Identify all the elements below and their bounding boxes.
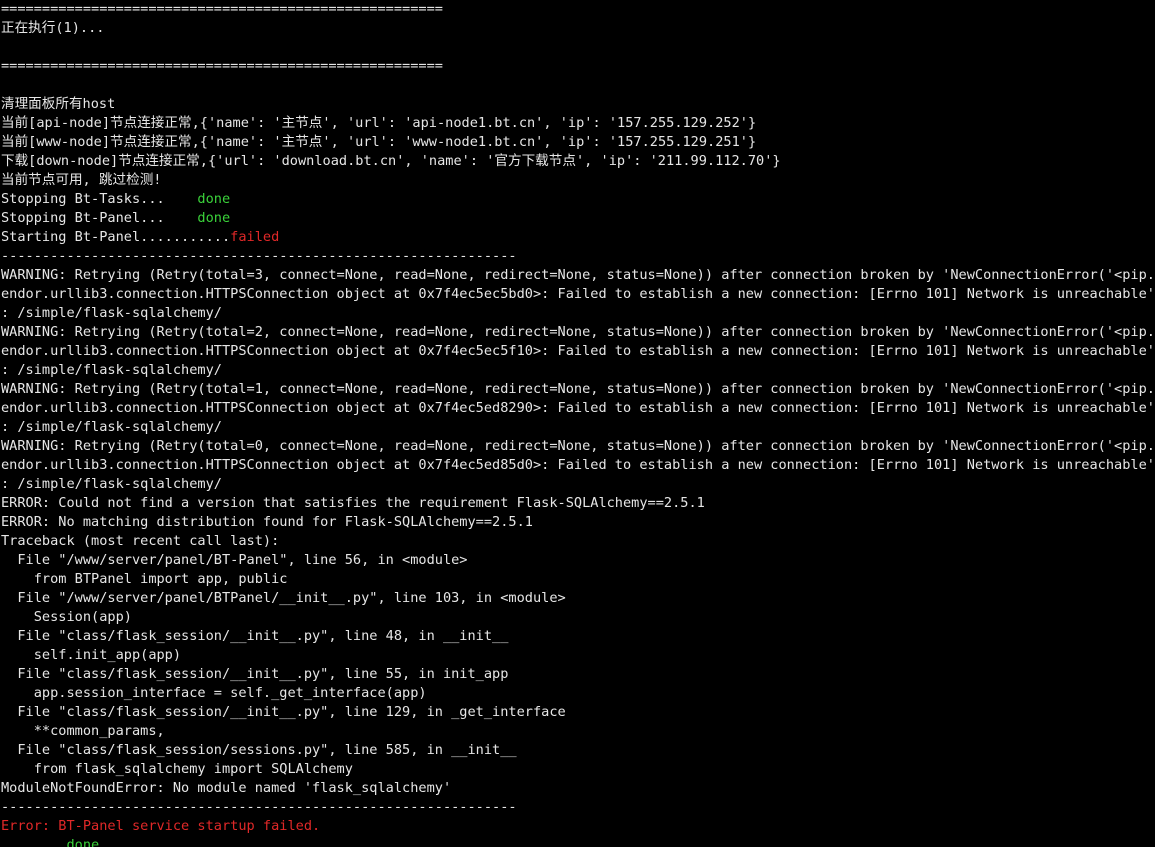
terminal-line: WARNING: Retrying (Retry(total=1, connec…	[1, 380, 1155, 399]
terminal-line-text: endor.urllib3.connection.HTTPSConnection…	[1, 343, 1155, 359]
terminal-line: endor.urllib3.connection.HTTPSConnection…	[1, 456, 1155, 475]
terminal-line-text: from flask_sqlalchemy import SQLAlchemy	[1, 761, 353, 777]
terminal-line: **common_params,	[1, 722, 1155, 741]
terminal-line-text: File "/www/server/panel/BT-Panel", line …	[1, 552, 468, 568]
terminal-line: File "class/flask_session/__init__.py", …	[1, 665, 1155, 684]
terminal-line: Session(app)	[1, 608, 1155, 627]
terminal-line-text: : /simple/flask-sqlalchemy/	[1, 476, 222, 492]
terminal-line-text: Error: BT-Panel service startup failed.	[1, 818, 321, 834]
terminal-line: : /simple/flask-sqlalchemy/	[1, 475, 1155, 494]
terminal-line-text: endor.urllib3.connection.HTTPSConnection…	[1, 457, 1155, 473]
terminal-line-text	[1, 837, 66, 847]
terminal-line: File "class/flask_session/sessions.py", …	[1, 741, 1155, 760]
status-label: done	[66, 837, 100, 847]
terminal-line-text: ERROR: Could not find a version that sat…	[1, 495, 705, 511]
status-label: failed	[230, 229, 280, 245]
terminal-line-text: Session(app)	[1, 609, 132, 625]
terminal-line: ========================================…	[1, 0, 1155, 19]
terminal-line: 下载[down-node]节点连接正常,{'url': 'download.bt…	[1, 152, 1155, 171]
terminal-line: app.session_interface = self._get_interf…	[1, 684, 1155, 703]
terminal-line: WARNING: Retrying (Retry(total=2, connec…	[1, 323, 1155, 342]
terminal-line-text: app.session_interface = self._get_interf…	[1, 685, 427, 701]
terminal-line-text: : /simple/flask-sqlalchemy/	[1, 305, 222, 321]
terminal-line-text: WARNING: Retrying (Retry(total=0, connec…	[1, 438, 1155, 454]
terminal-line: ----------------------------------------…	[1, 798, 1155, 817]
terminal-line-text: ========================================…	[1, 1, 443, 17]
terminal-line: Starting Bt-Panel...........failed	[1, 228, 1155, 247]
terminal-line-text: endor.urllib3.connection.HTTPSConnection…	[1, 400, 1155, 416]
terminal-line-text: self.init_app(app)	[1, 647, 182, 663]
terminal-line-text: ========================================…	[1, 58, 443, 74]
terminal-line-text: Stopping Bt-Tasks...	[1, 191, 198, 207]
terminal-line: WARNING: Retrying (Retry(total=0, connec…	[1, 437, 1155, 456]
terminal-line: Stopping Bt-Tasks... done	[1, 190, 1155, 209]
terminal-line: 当前[www-node]节点连接正常,{'name': '主节点', 'url'…	[1, 133, 1155, 152]
terminal-line-text: 当前[api-node]节点连接正常,{'name': '主节点', 'url'…	[1, 115, 757, 131]
terminal-line-text: endor.urllib3.connection.HTTPSConnection…	[1, 286, 1155, 302]
terminal-line: 清理面板所有host	[1, 95, 1155, 114]
terminal-line: Error: BT-Panel service startup failed.	[1, 817, 1155, 836]
terminal-line-text: Starting Bt-Panel...........	[1, 229, 231, 245]
terminal-line-text: Traceback (most recent call last):	[1, 533, 280, 549]
terminal-line-text: File "class/flask_session/__init__.py", …	[1, 628, 509, 644]
terminal-line: endor.urllib3.connection.HTTPSConnection…	[1, 285, 1155, 304]
terminal-line-text: ----------------------------------------…	[1, 799, 517, 815]
terminal-line: 正在执行(1)...	[1, 19, 1155, 38]
terminal-line-text: WARNING: Retrying (Retry(total=2, connec…	[1, 324, 1155, 340]
terminal-line-text: File "/www/server/panel/BTPanel/__init__…	[1, 590, 566, 606]
status-label: done	[197, 191, 231, 207]
terminal-line: : /simple/flask-sqlalchemy/	[1, 418, 1155, 437]
terminal-line-text: 正在执行(1)...	[1, 20, 105, 36]
terminal-line-text: from BTPanel import app, public	[1, 571, 288, 587]
terminal-line: File "/www/server/panel/BT-Panel", line …	[1, 551, 1155, 570]
terminal-line: ERROR: Could not find a version that sat…	[1, 494, 1155, 513]
terminal-line: : /simple/flask-sqlalchemy/	[1, 361, 1155, 380]
terminal-line: ----------------------------------------…	[1, 247, 1155, 266]
terminal-line: Traceback (most recent call last):	[1, 532, 1155, 551]
terminal-line: self.init_app(app)	[1, 646, 1155, 665]
terminal-line-text: WARNING: Retrying (Retry(total=3, connec…	[1, 267, 1155, 283]
terminal-line-text: File "class/flask_session/__init__.py", …	[1, 666, 509, 682]
terminal-line-text: ModuleNotFoundError: No module named 'fl…	[1, 780, 452, 796]
terminal-line-text: Stopping Bt-Panel...	[1, 210, 198, 226]
terminal-line: File "class/flask_session/__init__.py", …	[1, 703, 1155, 722]
terminal-output[interactable]: ========================================…	[0, 0, 1155, 847]
terminal-line: 当前节点可用, 跳过检测!	[1, 171, 1155, 190]
status-label: done	[197, 210, 231, 226]
terminal-line: from flask_sqlalchemy import SQLAlchemy	[1, 760, 1155, 779]
terminal-line: File "/www/server/panel/BTPanel/__init__…	[1, 589, 1155, 608]
terminal-line-text: 下载[down-node]节点连接正常,{'url': 'download.bt…	[1, 153, 781, 169]
terminal-line: WARNING: Retrying (Retry(total=3, connec…	[1, 266, 1155, 285]
terminal-line: done	[1, 836, 1155, 847]
terminal-line-text: 当前节点可用, 跳过检测!	[1, 172, 162, 188]
terminal-line: : /simple/flask-sqlalchemy/	[1, 304, 1155, 323]
terminal-line: ModuleNotFoundError: No module named 'fl…	[1, 779, 1155, 798]
terminal-line: endor.urllib3.connection.HTTPSConnection…	[1, 342, 1155, 361]
terminal-line-text: : /simple/flask-sqlalchemy/	[1, 362, 222, 378]
terminal-line-text: **common_params,	[1, 723, 165, 739]
terminal-line: ERROR: No matching distribution found fo…	[1, 513, 1155, 532]
terminal-line: from BTPanel import app, public	[1, 570, 1155, 589]
terminal-line-text: File "class/flask_session/sessions.py", …	[1, 742, 517, 758]
terminal-line-text: File "class/flask_session/__init__.py", …	[1, 704, 566, 720]
terminal-line: File "class/flask_session/__init__.py", …	[1, 627, 1155, 646]
terminal-line: ========================================…	[1, 57, 1155, 76]
terminal-line-text: WARNING: Retrying (Retry(total=1, connec…	[1, 381, 1155, 397]
terminal-line: Stopping Bt-Panel... done	[1, 209, 1155, 228]
terminal-line-text: : /simple/flask-sqlalchemy/	[1, 419, 222, 435]
terminal-line: endor.urllib3.connection.HTTPSConnection…	[1, 399, 1155, 418]
terminal-line-text: 当前[www-node]节点连接正常,{'name': '主节点', 'url'…	[1, 134, 757, 150]
terminal-line-text: ----------------------------------------…	[1, 248, 517, 264]
terminal-line-text: 清理面板所有host	[1, 96, 116, 112]
terminal-line-text: ERROR: No matching distribution found fo…	[1, 514, 533, 530]
terminal-line: 当前[api-node]节点连接正常,{'name': '主节点', 'url'…	[1, 114, 1155, 133]
